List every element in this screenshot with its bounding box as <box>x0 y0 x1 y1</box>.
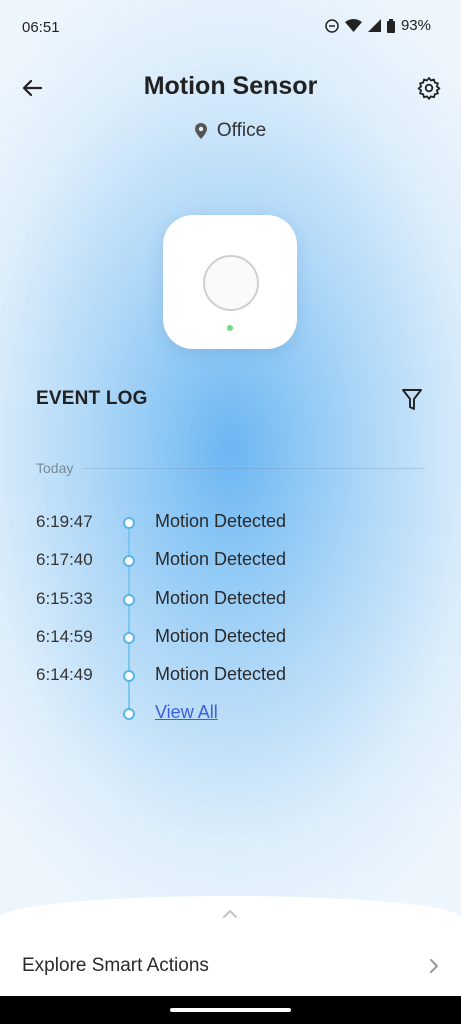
device-location: Office <box>0 120 461 142</box>
top-app-bar: Motion Sensor <box>0 60 461 116</box>
device-status-led <box>227 325 233 331</box>
event-time: 6:15:33 <box>36 589 93 608</box>
sheet-handle[interactable] <box>221 908 239 920</box>
smart-actions-label: Explore Smart Actions <box>22 955 209 976</box>
wifi-icon <box>344 19 362 32</box>
timeline-dot <box>123 708 135 720</box>
system-navigation-bar <box>0 996 461 1024</box>
event-row[interactable]: 6:17:40 Motion Detected <box>36 548 425 572</box>
smart-actions-sheet[interactable]: Explore Smart Actions <box>0 896 461 996</box>
event-row[interactable]: 6:14:59 Motion Detected <box>36 625 425 649</box>
home-gesture-handle[interactable] <box>170 1008 291 1012</box>
event-log-header: EVENT LOG <box>36 388 425 416</box>
event-time: 6:17:40 <box>36 550 93 569</box>
timeline-dot <box>123 555 135 567</box>
view-all-link[interactable]: View All <box>155 702 218 723</box>
event-time: 6:14:59 <box>36 627 93 646</box>
date-group-label: Today <box>36 460 74 476</box>
chevron-right-icon <box>430 959 438 973</box>
event-text: Motion Detected <box>155 626 287 646</box>
filter-icon <box>402 389 422 410</box>
divider <box>83 467 425 469</box>
filter-button[interactable] <box>399 386 425 414</box>
event-text: Motion Detected <box>155 511 287 531</box>
timeline-dot <box>123 594 135 606</box>
battery-percent: 93% <box>400 17 431 34</box>
event-row[interactable]: 6:15:33 Motion Detected <box>36 587 425 611</box>
gear-icon <box>417 77 441 100</box>
event-log-title: EVENT LOG <box>36 388 148 409</box>
settings-button[interactable] <box>413 72 445 104</box>
cell-signal-icon <box>367 19 381 32</box>
status-bar: 06:51 93% <box>0 0 461 56</box>
event-text: Motion Detected <box>155 549 287 569</box>
event-time: 6:14:49 <box>36 665 93 684</box>
location-pin-icon <box>194 123 207 139</box>
battery-icon <box>386 18 395 33</box>
explore-smart-actions[interactable]: Explore Smart Actions <box>22 952 439 980</box>
device-image <box>163 215 297 349</box>
date-group-header: Today <box>36 458 425 478</box>
event-text: Motion Detected <box>155 588 287 608</box>
event-text: Motion Detected <box>155 664 287 684</box>
status-time: 06:51 <box>22 19 60 36</box>
timeline-dot <box>123 670 135 682</box>
location-label: Office <box>216 120 267 141</box>
page-title: Motion Sensor <box>143 72 318 100</box>
timeline-dot <box>123 632 135 644</box>
event-row[interactable]: 6:19:47 Motion Detected <box>36 510 425 534</box>
do-not-disturb-icon <box>325 18 339 33</box>
event-row[interactable]: 6:14:49 Motion Detected <box>36 663 425 687</box>
timeline-dot <box>123 517 135 529</box>
event-time: 6:19:47 <box>36 512 93 531</box>
status-icons: 93% <box>325 17 431 34</box>
view-all-row: View All <box>36 701 425 725</box>
chevron-up-icon <box>223 910 237 918</box>
device-sensor-ring <box>203 255 259 311</box>
